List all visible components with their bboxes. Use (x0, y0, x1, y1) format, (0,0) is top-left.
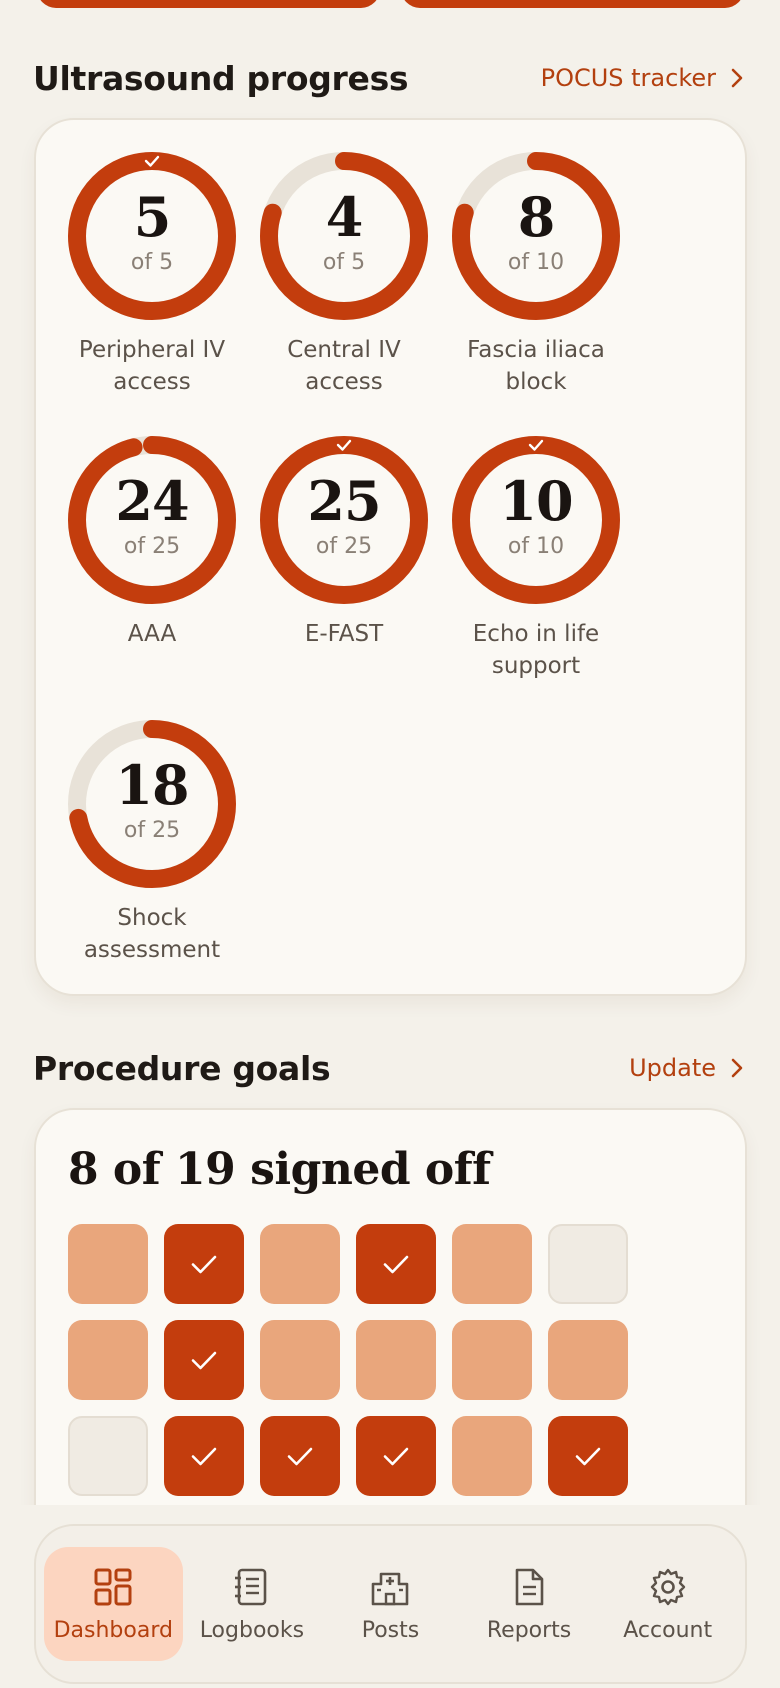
ring-item-shock-assessment[interactable]: 18 of 25 Shock assessment (66, 718, 238, 966)
ultrasound-section-header: Ultrasound progress POCUS tracker (33, 56, 744, 100)
nav-label: Logbooks (199, 1617, 305, 1643)
ring-label-line1: E-FAST (304, 621, 384, 647)
ring-item-central-iv[interactable]: 4 of 5 Central IV access (258, 150, 430, 398)
nav-account[interactable]: Account (598, 1547, 737, 1661)
ring-target: of 25 (315, 534, 373, 559)
nav-label: Reports (486, 1617, 572, 1643)
ring-item-echo-life-support[interactable]: 10 of 10 Echo in life support (450, 434, 622, 682)
check-icon (287, 1447, 313, 1466)
ring-label-line1: Fascia iliaca (467, 337, 605, 363)
goal-tile-none[interactable] (548, 1224, 628, 1304)
goal-tile-done[interactable] (356, 1416, 436, 1496)
check-icon (383, 1447, 409, 1466)
chevron-right-icon (731, 1058, 743, 1078)
ring-label: Central IV access (258, 334, 430, 398)
goal-tile-none[interactable] (68, 1416, 148, 1496)
goal-tile-done[interactable] (548, 1416, 628, 1496)
goal-tile-prog[interactable] (356, 1320, 436, 1400)
ring-label: Peripheral IV access (66, 334, 238, 398)
update-label: Update (629, 1054, 716, 1082)
ultrasound-title: Ultrasound progress (33, 58, 409, 98)
nav-dashboard[interactable]: Dashboard (44, 1547, 183, 1661)
nav-logbooks[interactable]: Logbooks (183, 1547, 322, 1661)
ring-target: of 25 (123, 534, 181, 559)
ring-label: Echo in life support (450, 618, 622, 682)
check-icon (383, 1255, 409, 1274)
hospital-icon (372, 1572, 409, 1605)
check-icon (191, 1447, 217, 1466)
ultrasound-card: 5 of 5 Peripheral IV access 4 of 5 Centr… (34, 118, 747, 996)
ring-value: 10 (499, 469, 573, 533)
ring-label-line1: Shock (117, 905, 187, 931)
chevron-right-icon (731, 68, 743, 88)
ring-label-line2: assessment (83, 937, 221, 963)
pocus-tracker-link[interactable]: POCUS tracker (541, 64, 744, 92)
bottom-nav: Dashboard Logbooks Posts Reports Account (34, 1524, 747, 1684)
ring-label-line2: access (305, 369, 383, 395)
check-icon (191, 1351, 217, 1370)
ring-label-line2: access (113, 369, 191, 395)
ring-label-line1: Central IV (287, 337, 401, 363)
ring-item-efast[interactable]: 25 of 25 E-FAST (258, 434, 430, 650)
nav-label: Account (623, 1617, 713, 1643)
logbook-icon (234, 1568, 267, 1605)
goal-tile-prog[interactable] (260, 1224, 340, 1304)
ring-label: Shock assessment (66, 902, 238, 966)
goal-tile-prog[interactable] (68, 1320, 148, 1400)
nav-label: Posts (361, 1617, 420, 1643)
goals-section-header: Procedure goals Update (33, 1046, 744, 1090)
nav-reports[interactable]: Reports (460, 1547, 599, 1661)
ring-value: 8 (517, 185, 556, 249)
ring-label-line1: Echo in life (472, 621, 600, 647)
ring-label-line1: Peripheral IV (78, 337, 226, 363)
top-action-button-right[interactable] (401, 0, 744, 8)
goal-tile-prog[interactable] (68, 1224, 148, 1304)
ring-target: of 5 (322, 250, 366, 275)
goals-title: Procedure goals (33, 1048, 331, 1088)
goal-tile-done[interactable] (164, 1320, 244, 1400)
ring-value: 24 (115, 469, 189, 533)
goal-tile-prog[interactable] (548, 1320, 628, 1400)
ring-item-fascia-iliaca[interactable]: 8 of 10 Fascia iliaca block (450, 150, 622, 398)
ring-value: 18 (115, 753, 189, 817)
goal-tile-prog[interactable] (452, 1416, 532, 1496)
goal-tile-done[interactable] (260, 1416, 340, 1496)
top-action-button-left[interactable] (37, 0, 380, 8)
ring-label: E-FAST (258, 618, 430, 650)
goal-tile-done[interactable] (164, 1416, 244, 1496)
ring-target: of 10 (507, 534, 565, 559)
check-icon (575, 1447, 601, 1466)
goal-tile-done[interactable] (164, 1224, 244, 1304)
goal-tile-done[interactable] (356, 1224, 436, 1304)
ring-target: of 25 (123, 818, 181, 843)
pocus-tracker-label: POCUS tracker (540, 64, 716, 92)
ring-target: of 10 (507, 250, 565, 275)
ring-label-line1: AAA (127, 621, 177, 647)
report-icon (515, 1568, 544, 1605)
dashboard-icon (94, 1568, 132, 1605)
ring-value: 25 (307, 469, 381, 533)
ring-item-peripheral-iv[interactable]: 5 of 5 Peripheral IV access (66, 150, 238, 398)
goal-tile-prog[interactable] (452, 1224, 532, 1304)
ring-value: 5 (133, 185, 172, 249)
goals-summary: 8 of 19 signed off (68, 1144, 491, 1195)
gear-icon (650, 1568, 685, 1605)
ring-value: 4 (325, 185, 364, 249)
ring-target: of 5 (130, 250, 174, 275)
ring-label: AAA (66, 618, 238, 650)
ring-label-line2: block (505, 369, 567, 395)
ring-label-line2: support (491, 653, 581, 679)
check-icon (191, 1255, 217, 1274)
ring-label: Fascia iliaca block (450, 334, 622, 398)
nav-label: Dashboard (53, 1617, 173, 1643)
ring-item-aaa[interactable]: 24 of 25 AAA (66, 434, 238, 650)
goal-tile-prog[interactable] (452, 1320, 532, 1400)
goal-tile-prog[interactable] (260, 1320, 340, 1400)
update-goals-link[interactable]: Update (629, 1054, 744, 1082)
nav-posts[interactable]: Posts (321, 1547, 460, 1661)
